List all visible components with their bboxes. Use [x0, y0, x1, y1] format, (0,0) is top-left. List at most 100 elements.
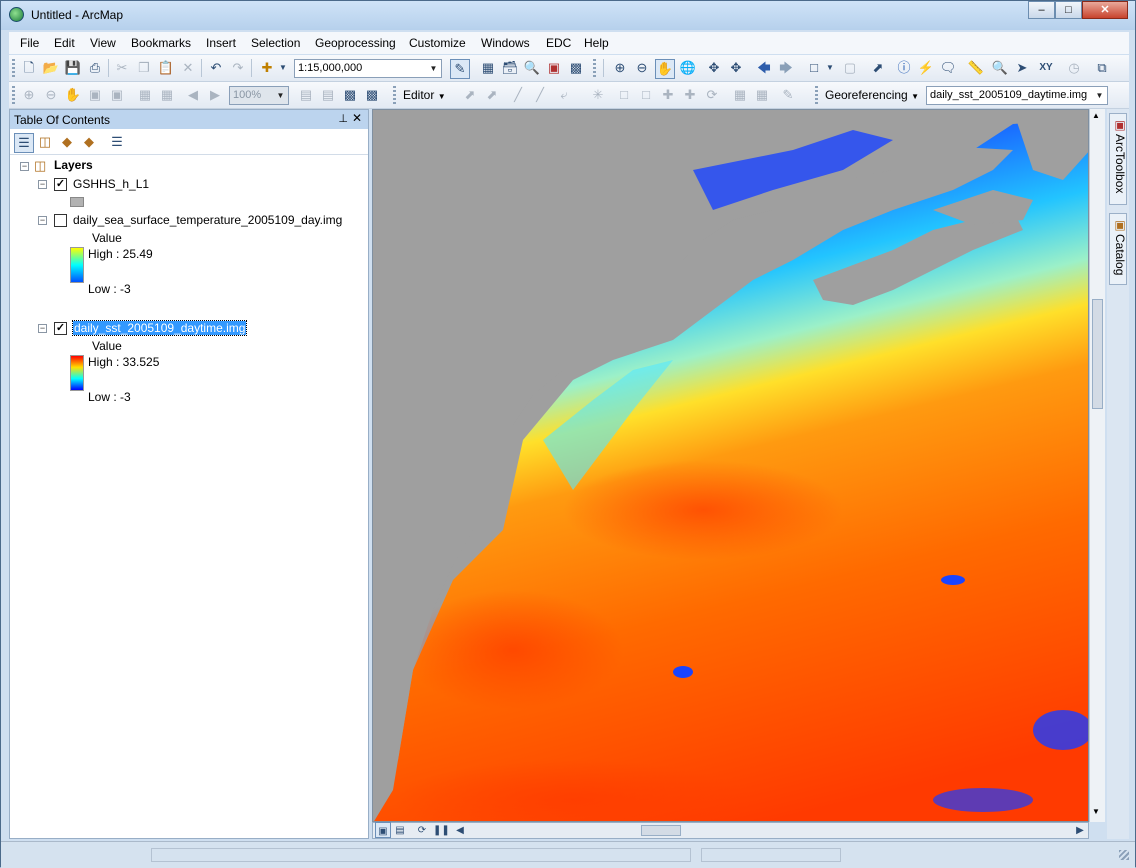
menu-bookmarks[interactable]: Bookmarks — [131, 36, 191, 50]
collapse-icon[interactable]: − — [38, 180, 47, 189]
editor-toolbar-icon[interactable]: ✎ — [450, 59, 470, 79]
fixed-zoom-out-icon[interactable]: ✥ — [727, 59, 745, 77]
resize-grip[interactable] — [1119, 850, 1129, 860]
toolbar-grip[interactable] — [815, 86, 818, 104]
layout-zoom-combo[interactable]: 100% ▼ — [229, 86, 289, 105]
html-popup-icon[interactable]: 🗨 — [939, 59, 957, 77]
find-route-icon[interactable]: ➤ — [1013, 59, 1031, 77]
trace-icon[interactable]: ⤶ — [555, 86, 573, 104]
layout-fixed-in-icon[interactable]: ▦ — [136, 86, 154, 104]
data-view-icon[interactable]: ▣ — [375, 822, 391, 838]
open-icon[interactable]: 📂 — [42, 59, 60, 77]
focus-frame-icon[interactable]: ▤ — [319, 86, 337, 104]
vertical-scroll-thumb[interactable] — [1092, 299, 1103, 409]
pause-drawing-icon[interactable]: ❚❚ — [433, 822, 450, 836]
paste-icon[interactable]: 📋 — [157, 59, 175, 77]
toolbar-grip[interactable] — [12, 59, 15, 77]
copy-icon[interactable]: ❐ — [135, 59, 153, 77]
menu-insert[interactable]: Insert — [206, 36, 236, 50]
scroll-left-icon[interactable]: ◀ — [453, 822, 467, 836]
edit-annotation-icon[interactable]: ⬈ — [483, 86, 501, 104]
close-button[interactable]: ✕ — [1082, 1, 1128, 19]
time-slider-icon[interactable]: ◷ — [1065, 59, 1083, 77]
layout-view-icon[interactable]: ▤ — [393, 822, 407, 836]
layout-forward-icon[interactable]: ▶ — [206, 86, 224, 104]
save-icon[interactable]: 💾 — [64, 59, 82, 77]
list-by-selection-icon[interactable]: ◆ — [80, 133, 98, 151]
menu-geoprocessing[interactable]: Geoprocessing — [315, 36, 396, 50]
cut-icon[interactable]: ✂ — [113, 59, 131, 77]
chevron-down-icon[interactable]: ▼ — [821, 59, 839, 77]
map-vertical-scrollbar[interactable]: ▲ ▼ — [1089, 109, 1105, 822]
collapse-icon[interactable]: − — [38, 324, 47, 333]
search-window-icon[interactable]: 🔍 — [523, 59, 541, 77]
collapse-icon[interactable]: − — [38, 216, 47, 225]
back-extent-icon[interactable]: 🡄 — [755, 59, 773, 77]
globe-icon[interactable]: 🌐 — [679, 59, 697, 77]
cut-polygons-icon[interactable]: ✚ — [659, 86, 677, 104]
layer-name-daily-sea-surface-temperature[interactable]: daily_sea_surface_temperature_2005109_da… — [73, 213, 342, 227]
toolbar-grip[interactable] — [393, 86, 396, 104]
layout-zoom-in-icon[interactable]: ⊕ — [20, 86, 38, 104]
zoom-whole-page-icon[interactable]: ▣ — [86, 86, 104, 104]
undo-icon[interactable]: ↶ — [207, 59, 225, 77]
hyperlink-icon[interactable]: ⚡ — [917, 59, 935, 77]
edit-tool-icon[interactable]: ⬈ — [461, 86, 479, 104]
rotate-icon[interactable]: ⟳ — [703, 86, 721, 104]
georeferencing-layer-combo[interactable]: daily_sst_2005109_daytime.img ▼ — [926, 86, 1108, 105]
close-icon[interactable]: ✕ — [352, 111, 362, 125]
layout-zoom-out-icon[interactable]: ⊖ — [42, 86, 60, 104]
fixed-zoom-in-icon[interactable]: ✥ — [705, 59, 723, 77]
maximize-button[interactable]: □ — [1055, 1, 1082, 19]
create-features-icon[interactable]: ✎ — [779, 86, 797, 104]
scroll-up-icon[interactable]: ▲ — [1092, 111, 1100, 120]
menu-selection[interactable]: Selection — [251, 36, 300, 50]
layer-visibility-checkbox[interactable] — [54, 214, 67, 227]
arctoolbox-icon[interactable]: ▣ — [545, 59, 563, 77]
menu-help[interactable]: Help — [584, 36, 609, 50]
pan-icon[interactable]: ✋ — [655, 59, 675, 79]
redo-icon[interactable]: ↷ — [229, 59, 247, 77]
layout-pan-icon[interactable]: ✋ — [64, 86, 82, 104]
reshape-icon[interactable]: □ — [637, 86, 655, 104]
straight-segment-icon[interactable]: ╱ — [509, 86, 527, 104]
catalog-icon[interactable]: 🗃 — [501, 59, 519, 77]
new-doc-icon[interactable]: 🗋 — [20, 59, 38, 77]
horizontal-scroll-thumb[interactable] — [641, 825, 681, 836]
sketch-properties-icon[interactable]: ▦ — [753, 86, 771, 104]
catalog-tab[interactable]: ▣ Catalog — [1109, 213, 1127, 285]
menu-view[interactable]: View — [90, 36, 116, 50]
menu-file[interactable]: File — [20, 36, 39, 50]
layout-back-icon[interactable]: ◀ — [184, 86, 202, 104]
map-view[interactable] — [372, 109, 1089, 822]
zoom-out-icon[interactable]: ⊖ — [633, 59, 651, 77]
scroll-right-icon[interactable]: ▶ — [1073, 822, 1087, 836]
refresh-icon[interactable]: ⟳ — [415, 822, 429, 836]
layer-name-gshhs[interactable]: GSHHS_h_L1 — [73, 177, 149, 191]
arctoolbox-tab[interactable]: ▣ ArcToolbox — [1109, 113, 1127, 205]
menu-edc[interactable]: EDC — [546, 36, 571, 50]
collapse-icon[interactable]: − — [20, 162, 29, 171]
toolbar-grip[interactable] — [593, 59, 596, 77]
go-to-xy-icon[interactable]: XY — [1037, 59, 1055, 77]
scroll-down-icon[interactable]: ▼ — [1092, 807, 1100, 816]
options-icon[interactable]: ☰ — [108, 133, 126, 151]
layer-name-daily-sst-daytime[interactable]: daily_sst_2005109_daytime.img — [71, 320, 248, 336]
create-viewer-icon[interactable]: ⧉ — [1093, 59, 1111, 77]
python-window-icon[interactable]: ▩ — [567, 59, 585, 77]
identify-icon[interactable]: ⓘ — [895, 59, 913, 77]
list-by-visibility-icon[interactable]: ◆ — [58, 133, 76, 151]
list-by-source-icon[interactable]: ◫ — [36, 133, 54, 151]
layer-visibility-checkbox[interactable]: ✓ — [54, 178, 67, 191]
sst-raster-map[interactable] — [373, 110, 1089, 822]
split-icon[interactable]: ✚ — [681, 86, 699, 104]
endpoint-arc-icon[interactable]: ╱ — [531, 86, 549, 104]
zoom-100-icon[interactable]: ▣ — [108, 86, 126, 104]
toggle-draft-icon[interactable]: ▤ — [297, 86, 315, 104]
menu-customize[interactable]: Customize — [409, 36, 466, 50]
edit-vertices-icon[interactable]: □ — [615, 86, 633, 104]
layout-fixed-out-icon[interactable]: ▦ — [158, 86, 176, 104]
point-icon[interactable]: ✳ — [589, 86, 607, 104]
layers-root-label[interactable]: Layers — [54, 158, 93, 172]
forward-extent-icon[interactable]: 🡆 — [777, 59, 795, 77]
